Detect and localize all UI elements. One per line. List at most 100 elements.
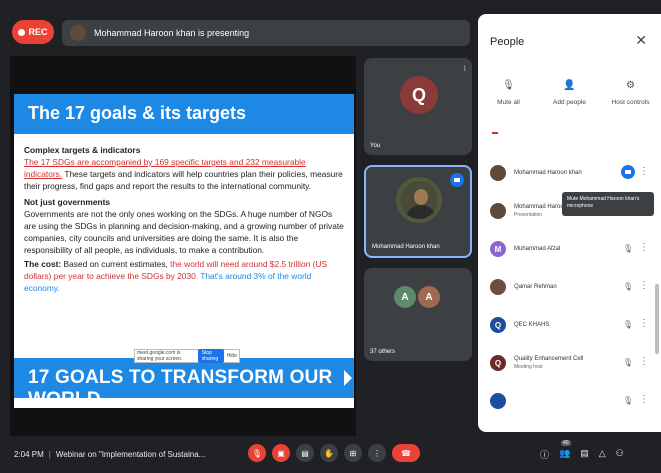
avatar	[490, 165, 506, 181]
cost-label: The cost:	[24, 259, 62, 269]
mute-all-button[interactable]: 🎙 Mute all	[484, 80, 534, 106]
participant-name-text: Mohammad Haroon khan	[514, 170, 582, 176]
more-options-icon[interactable]: ⋮	[639, 356, 649, 367]
tile-name-you: You	[370, 143, 381, 149]
speaking-mic-icon[interactable]	[621, 165, 635, 179]
present-icon: ⊞	[349, 448, 357, 458]
avatar: Q	[490, 317, 506, 333]
captions-button[interactable]: ▤	[296, 444, 314, 462]
speaking-indicator-icon	[450, 173, 464, 187]
tile-others[interactable]: A A 37 others	[364, 268, 472, 361]
mic-off-icon[interactable]: 🎙	[623, 358, 633, 367]
hang-up-icon: ☎	[401, 448, 411, 458]
host-controls-icon: ⚙	[626, 80, 635, 91]
participant-name-text: Muhammad Afzal	[514, 246, 561, 252]
face-shape	[414, 189, 428, 205]
presenting-text: Mohammad Haroon khan is presenting	[94, 28, 250, 38]
chevron-right-icon	[344, 370, 352, 386]
people-icon[interactable]: 40 👥	[559, 440, 571, 461]
avatar	[490, 279, 506, 295]
hide-button[interactable]: Hide	[227, 353, 237, 359]
present-button[interactable]: ⊞	[344, 444, 362, 462]
panel-actions: 🎙 Mute all 👤 Add people ⚙ Host controls	[478, 80, 661, 106]
avatar: A	[394, 286, 416, 308]
list-item[interactable]: Q QEC KHAHS 🎙 ⋮	[478, 306, 661, 344]
mic-toggle-button[interactable]: 🎙	[248, 444, 266, 462]
clock-time: 2:04 PM	[14, 450, 44, 459]
avatar: M	[490, 241, 506, 257]
mic-off-icon[interactable]: 🎙	[623, 282, 633, 291]
mic-off-icon: 🎙	[251, 448, 263, 458]
add-people-label: Add people	[553, 99, 586, 106]
slide-paragraph-2: Governments are not the only ones workin…	[24, 209, 344, 255]
tile-presenter[interactable]: Mohammad Haroon khan	[364, 165, 472, 258]
bottom-bar: 2:04 PM | Webinar on "Implementation of Su…	[0, 440, 661, 473]
slide-banner-text: 17 GOALS TO TRANSFORM OUR WORLD	[28, 367, 333, 410]
slide-body: Complex targets & indicators The 17 SDGs…	[24, 140, 346, 296]
presenting-banner[interactable]: Mohammad Haroon khan is presenting	[62, 20, 470, 46]
participant-name: Mohammad Haroon khan	[514, 169, 582, 177]
popup-text: meet.google.com is sharing your screen.	[137, 350, 183, 362]
more-options-icon[interactable]: ⋮	[639, 166, 649, 177]
captions-icon: ▤	[301, 448, 309, 458]
body-shape	[406, 205, 436, 219]
participant-name-text: Qamar Rehman	[514, 284, 557, 290]
slide-banner: 17 GOALS TO TRANSFORM OUR WORLD	[14, 358, 354, 410]
avatar	[490, 393, 506, 409]
lock-icon[interactable]: ⚇	[616, 448, 624, 461]
slide-title: The 17 goals & its targets	[14, 94, 354, 134]
top-bar: REC Mohammad Haroon khan is presenting	[10, 12, 470, 52]
camera-toggle-button[interactable]: ▣	[272, 444, 290, 462]
slide-heading-1: Complex targets & indicators	[24, 145, 141, 155]
avatar: A	[418, 286, 440, 308]
mic-off-icon[interactable]: 🎙	[623, 320, 633, 329]
scrollbar[interactable]	[655, 284, 659, 354]
more-options-icon[interactable]: ⋮	[639, 394, 649, 405]
info-icon[interactable]: ⓘ	[540, 448, 549, 461]
leave-call-button[interactable]: ☎	[392, 444, 420, 462]
slide-heading-2: Not just governments	[24, 197, 111, 207]
list-item[interactable]: M Muhammad Afzal 🎙 ⋮	[478, 230, 661, 268]
more-options-icon[interactable]: ⋮	[639, 280, 649, 291]
recording-badge: REC	[12, 20, 54, 44]
list-item[interactable]: Mohammad Haroon khan ⋮	[478, 154, 661, 192]
tile-you[interactable]: ⁝ Q You	[364, 58, 472, 155]
mic-off-icon[interactable]: 🎙	[623, 396, 633, 405]
others-avatars: A A	[394, 286, 440, 308]
list-item[interactable]: 🎙 ⋮	[478, 382, 661, 420]
tooltip: Mute Mohammad Haroon khan's microphone	[562, 192, 654, 216]
shared-slide: The 17 goals & its targets Complex targe…	[14, 94, 354, 410]
more-options-icon[interactable]: ⋮	[639, 318, 649, 329]
stop-sharing-button[interactable]: Stop sharing	[197, 349, 224, 363]
avatar	[490, 203, 506, 219]
people-count-badge: 40	[561, 440, 571, 446]
separator: |	[48, 450, 51, 459]
slide-paragraph-3: The cost: Based on current estimates, th…	[24, 258, 346, 294]
host-controls-button[interactable]: ⚙ Host controls	[606, 80, 656, 106]
close-icon[interactable]: ✕	[635, 32, 647, 49]
more-options-icon[interactable]: ⋮	[639, 242, 649, 253]
side-controls: ⓘ 40 👥 ▤ △ ⚇	[540, 440, 624, 461]
add-people-button[interactable]: 👤 Add people	[545, 80, 595, 106]
raise-hand-button[interactable]: ✋	[320, 444, 338, 462]
camera-off-icon: ▣	[277, 448, 285, 458]
more-options-button[interactable]: ⋮	[368, 444, 386, 462]
list-item[interactable]: Qamar Rehman 🎙 ⋮	[478, 268, 661, 306]
presenter-avatar	[70, 25, 86, 41]
mic-off-icon[interactable]: 🎙	[623, 244, 633, 253]
presenter-photo	[396, 177, 442, 223]
mic-off-icon: ⁝	[463, 64, 466, 73]
mute-all-label: Mute all	[497, 99, 520, 106]
meeting-info: 2:04 PM | Webinar on "Implementation of Su…	[14, 450, 205, 459]
cost-text: Based on current estimates,	[61, 259, 171, 269]
accent-dash	[492, 132, 498, 134]
meeting-title: Webinar on "Implementation of Sustaina..…	[55, 450, 206, 459]
list-item[interactable]: Q Quality Enhancement Cell Meeting host …	[478, 344, 661, 382]
participant-name: Qamar Rehman	[514, 283, 557, 291]
chat-icon[interactable]: ▤	[580, 448, 589, 461]
avatar: Q	[490, 355, 506, 371]
add-person-icon: 👤	[563, 80, 576, 91]
avatar: Q	[400, 76, 438, 114]
activities-icon[interactable]: △	[599, 448, 606, 461]
people-panel: People ✕ 🎙 Mute all 👤 Add people ⚙ Host …	[478, 14, 661, 432]
